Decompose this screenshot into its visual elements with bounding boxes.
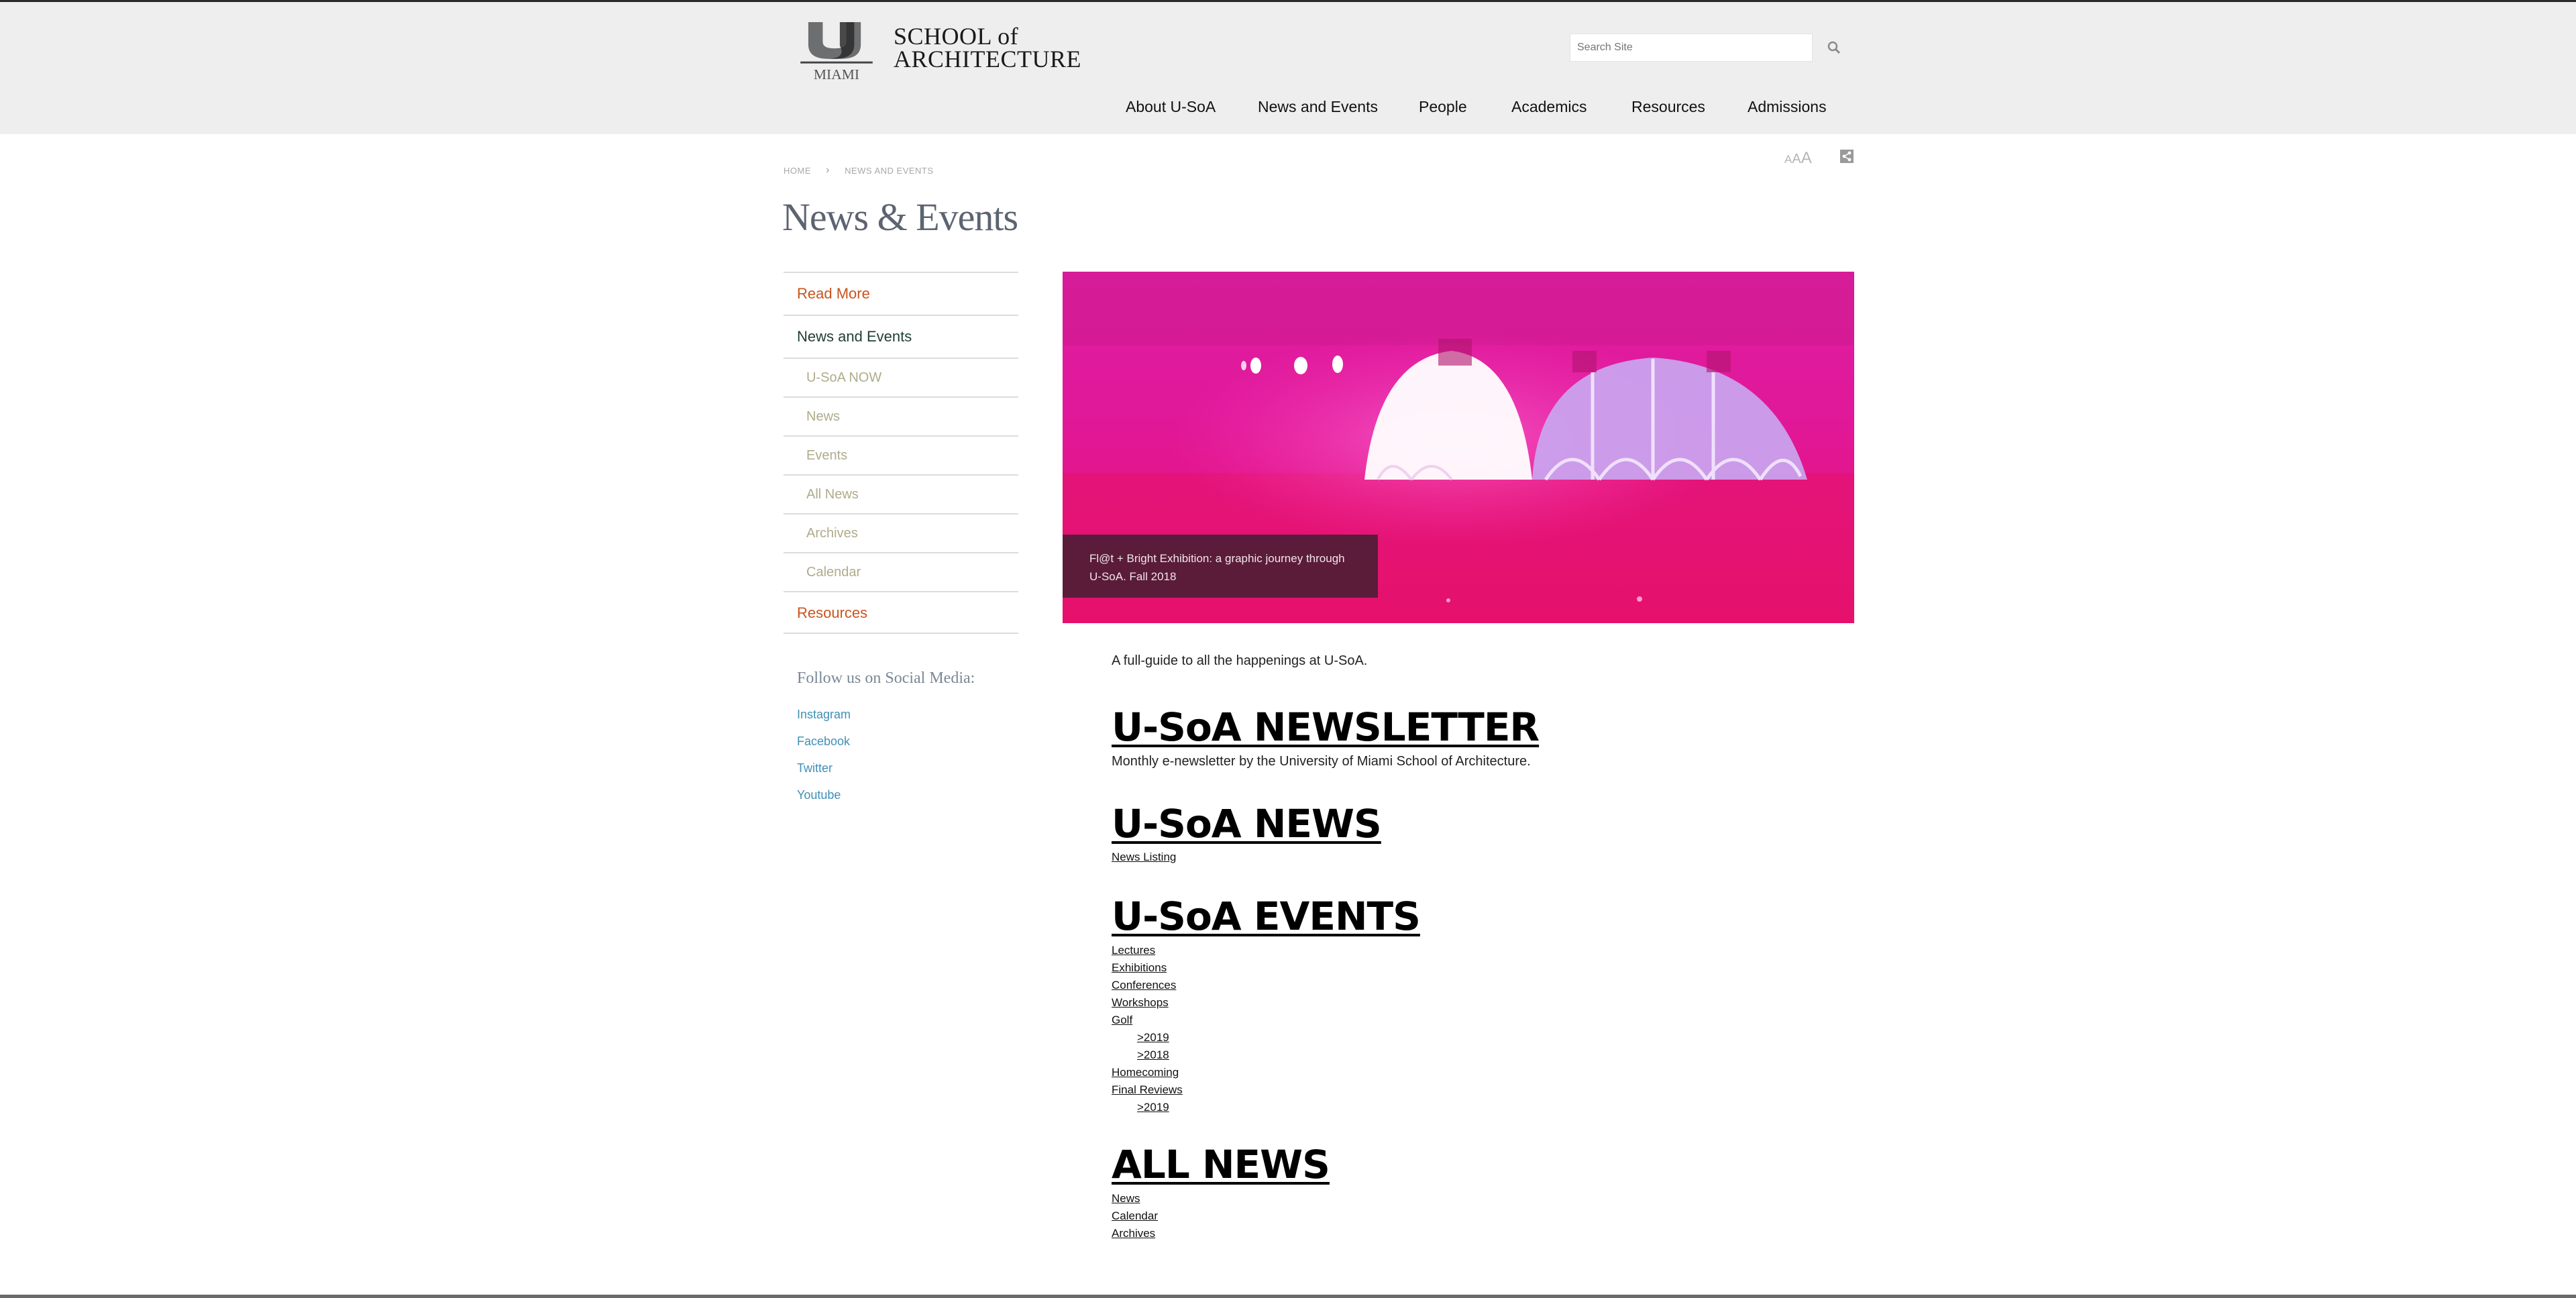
- sidebar-nav: Read More News and Events U-SoA NOW News…: [784, 272, 1018, 634]
- link-golf-2018[interactable]: >2018: [1112, 1048, 1183, 1065]
- social-link-facebook[interactable]: Facebook: [797, 733, 851, 760]
- events-heading-link[interactable]: U-SoA EVENTS: [1112, 894, 1421, 939]
- sidebar-item-usoa-now[interactable]: U-SoA NOW: [784, 358, 1018, 396]
- breadcrumb-current: NEWS AND EVENTS: [845, 165, 934, 176]
- social-link-twitter[interactable]: Twitter: [797, 760, 851, 787]
- breadcrumb: HOME › NEWS AND EVENTS: [784, 164, 934, 176]
- sidebar-item-archives[interactable]: Archives: [784, 513, 1018, 552]
- sidebar-item-read-more[interactable]: Read More: [784, 272, 1018, 315]
- social-media-title: Follow us on Social Media:: [797, 669, 975, 687]
- link-all-news-calendar[interactable]: Calendar: [1112, 1209, 1158, 1226]
- window-bottom-border: [0, 1295, 2576, 1298]
- page-title: News & Events: [782, 195, 1018, 239]
- text-size-large[interactable]: A: [1801, 149, 1812, 167]
- search-input[interactable]: [1570, 34, 1813, 62]
- chevron-right-icon: ›: [826, 164, 830, 176]
- link-all-news-archives[interactable]: Archives: [1112, 1226, 1158, 1244]
- link-final-reviews[interactable]: Final Reviews: [1112, 1083, 1183, 1100]
- school-name-line1: SCHOOL of: [894, 23, 1019, 50]
- link-lectures[interactable]: Lectures: [1112, 943, 1183, 961]
- nav-resources[interactable]: Resources: [1631, 98, 1705, 116]
- nav-news-events[interactable]: News and Events: [1258, 98, 1378, 116]
- sidebar-item-news[interactable]: News: [784, 396, 1018, 435]
- school-name-line2: ARCHITECTURE: [894, 46, 1081, 72]
- main-nav: About U-SoA News and Events People Acade…: [0, 98, 2576, 122]
- social-link-youtube[interactable]: Youtube: [797, 787, 851, 814]
- text-size-control[interactable]: AAA: [1784, 149, 1812, 168]
- link-homecoming[interactable]: Homecoming: [1112, 1065, 1183, 1083]
- nav-academics[interactable]: Academics: [1511, 98, 1587, 116]
- intro-text: A full-guide to all the happenings at U-…: [1112, 653, 1368, 668]
- link-all-news-news[interactable]: News: [1112, 1191, 1158, 1209]
- sidebar-item-calendar[interactable]: Calendar: [784, 552, 1018, 591]
- breadcrumb-home[interactable]: HOME: [784, 166, 811, 176]
- sidebar-item-news-and-events[interactable]: News and Events: [784, 315, 1018, 358]
- link-conferences[interactable]: Conferences: [1112, 978, 1183, 995]
- social-link-instagram[interactable]: Instagram: [797, 706, 851, 733]
- news-heading-link[interactable]: U-SoA NEWS: [1112, 801, 1382, 847]
- nav-about[interactable]: About U-SoA: [1126, 98, 1216, 116]
- sidebar-item-all-news[interactable]: All News: [784, 474, 1018, 513]
- newsletter-heading-link[interactable]: U-SoA NEWSLETTER: [1112, 704, 1540, 750]
- link-workshops[interactable]: Workshops: [1112, 995, 1183, 1013]
- nav-people[interactable]: People: [1419, 98, 1467, 116]
- text-size-medium[interactable]: A: [1792, 152, 1801, 166]
- sidebar-item-events[interactable]: Events: [784, 435, 1018, 474]
- nav-admissions[interactable]: Admissions: [1748, 98, 1827, 116]
- events-links: Lectures Exhibitions Conferences Worksho…: [1112, 943, 1183, 1118]
- hero-caption: Fl@t + Bright Exhibition: a graphic jour…: [1063, 535, 1378, 598]
- hero-image: Fl@t + Bright Exhibition: a graphic jour…: [1063, 272, 1854, 623]
- all-news-links: News Calendar Archives: [1112, 1191, 1158, 1244]
- sidebar-item-resources[interactable]: Resources: [784, 591, 1018, 634]
- logo-word: MIAMI: [814, 66, 859, 81]
- link-final-reviews-2019[interactable]: >2019: [1112, 1100, 1183, 1118]
- search-icon[interactable]: [1825, 38, 1843, 57]
- link-golf[interactable]: Golf: [1112, 1013, 1183, 1030]
- share-icon[interactable]: [1839, 149, 1854, 164]
- all-news-heading-link[interactable]: ALL NEWS: [1112, 1142, 1330, 1187]
- school-name: SCHOOL of ARCHITECTURE: [894, 23, 1081, 72]
- newsletter-description: Monthly e-newsletter by the University o…: [1112, 754, 1531, 769]
- link-exhibitions[interactable]: Exhibitions: [1112, 961, 1183, 978]
- link-news-listing[interactable]: News Listing: [1112, 850, 1176, 867]
- miami-u-logo-icon: MIAMI: [800, 21, 873, 81]
- site-header: MIAMI SCHOOL of ARCHITECTURE About U-SoA…: [0, 2, 2576, 134]
- text-size-small[interactable]: A: [1784, 153, 1792, 166]
- social-links: Instagram Facebook Twitter Youtube: [797, 706, 851, 814]
- news-links: News Listing: [1112, 850, 1176, 867]
- school-logo[interactable]: MIAMI SCHOOL of ARCHITECTURE: [800, 21, 1095, 83]
- link-golf-2019[interactable]: >2019: [1112, 1030, 1183, 1048]
